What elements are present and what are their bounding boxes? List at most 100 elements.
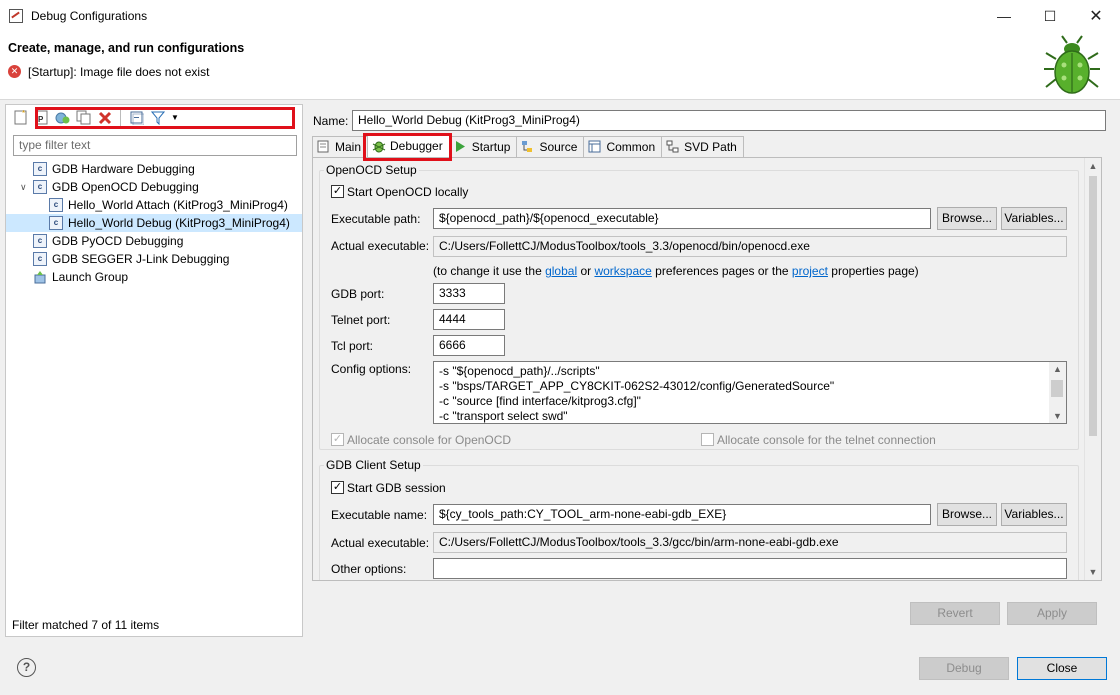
filter-status: Filter matched 7 of 11 items	[12, 618, 160, 632]
openocd-setup-label: OpenOCD Setup	[324, 163, 419, 177]
gdb-actual-executable-label: Actual executable:	[331, 536, 430, 550]
launch-group-icon	[34, 271, 46, 284]
tree-item-gdb-segger-jlink-debugging[interactable]: c GDB SEGGER J-Link Debugging	[6, 250, 302, 268]
debug-configurations-app-icon	[8, 8, 24, 24]
scroll-down-icon[interactable]: ▼	[1085, 564, 1101, 580]
gdb-browse-button[interactable]: Browse...	[937, 503, 997, 526]
scroll-thumb[interactable]	[1051, 380, 1063, 397]
workspace-link[interactable]: workspace	[594, 264, 651, 278]
gdb-actual-executable-field: C:/Users/FollettCJ/ModusToolbox/tools_3.…	[433, 532, 1067, 553]
config-type-icon: c	[33, 234, 47, 248]
dialog-header: Create, manage, and run configurations ✕…	[0, 32, 1120, 100]
config-type-icon: c	[33, 162, 47, 176]
tree-item-gdb-openocd-debugging[interactable]: ∨ c GDB OpenOCD Debugging	[6, 178, 302, 196]
tree-item-label: Hello_World Attach (KitProg3_MiniProg4)	[68, 198, 288, 212]
tree-item-label: GDB PyOCD Debugging	[52, 234, 184, 248]
note-text: preferences pages or the	[651, 264, 792, 278]
scroll-down-icon[interactable]: ▼	[1049, 409, 1066, 423]
debug-button[interactable]: Debug	[919, 657, 1009, 680]
gdb-port-label: GDB port:	[331, 287, 385, 301]
tab-source[interactable]: Source	[516, 136, 585, 157]
tab-svd-path[interactable]: SVD Path	[661, 136, 744, 157]
project-link[interactable]: project	[792, 264, 828, 278]
gdb-port-input[interactable]: 3333	[433, 283, 505, 304]
tree-item-label: Hello_World Debug (KitProg3_MiniProg4)	[68, 216, 290, 230]
telnet-port-input[interactable]: 4444	[433, 309, 505, 330]
header-message: [Startup]: Image file does not exist	[28, 65, 210, 79]
help-icon[interactable]: ?	[17, 658, 36, 677]
tab-main[interactable]: Main	[312, 136, 369, 157]
start-gdb-session-label: Start GDB session	[347, 481, 446, 495]
allocate-console-label: Allocate console for OpenOCD	[347, 433, 512, 447]
gdb-variables-button[interactable]: Variables...	[1001, 503, 1067, 526]
apply-button[interactable]: Apply	[1007, 602, 1097, 625]
executable-path-input[interactable]: ${openocd_path}/${openocd_executable}	[433, 208, 931, 229]
tab-label: SVD Path	[684, 140, 737, 154]
executable-name-label: Executable name:	[331, 508, 428, 522]
revert-button[interactable]: Revert	[910, 602, 1000, 625]
actual-executable-field: C:/Users/FollettCJ/ModusToolbox/tools_3.…	[433, 236, 1067, 257]
scroll-up-icon[interactable]: ▲	[1085, 158, 1101, 174]
tab-scrollbar[interactable]: ▲ ▼	[1084, 158, 1101, 580]
executable-path-label: Executable path:	[331, 212, 421, 226]
allocate-telnet-label: Allocate console for the telnet connecti…	[717, 433, 936, 447]
config-options-scrollbar[interactable]: ▲ ▼	[1049, 362, 1066, 423]
config-icon: c	[49, 198, 63, 212]
new-configuration-button[interactable]: *	[12, 109, 29, 126]
config-line: -c "transport select swd"	[439, 409, 568, 423]
tcl-port-input[interactable]: 6666	[433, 335, 505, 356]
start-gdb-session-checkbox[interactable]: ✓	[331, 481, 344, 494]
name-input[interactable]: Hello_World Debug (KitProg3_MiniProg4)	[352, 110, 1106, 131]
scroll-up-icon[interactable]: ▲	[1049, 362, 1066, 376]
config-line: -c "source [find interface/kitprog3.cfg]…	[439, 394, 641, 408]
config-line: -s "bsps/TARGET_APP_CY8CKIT-062S2-43012/…	[439, 379, 835, 393]
svg-text:*: *	[22, 110, 25, 118]
main-tab-icon	[317, 140, 329, 153]
minimize-button[interactable]: —	[981, 0, 1027, 32]
config-options-label: Config options:	[331, 362, 412, 376]
tree-item-hello-world-attach[interactable]: c Hello_World Attach (KitProg3_MiniProg4…	[6, 196, 302, 214]
tab-startup[interactable]: Startup	[448, 136, 518, 157]
note-text: or	[577, 264, 595, 278]
config-type-icon: c	[33, 180, 47, 194]
close-button[interactable]: Close	[1017, 657, 1107, 680]
openocd-variables-button[interactable]: Variables...	[1001, 207, 1067, 230]
close-window-button[interactable]: ✕	[1073, 0, 1119, 32]
tree-item-label: Launch Group	[52, 270, 129, 284]
debugger-tab-content: OpenOCD Setup ✓ Start OpenOCD locally Ex…	[312, 157, 1102, 581]
executable-name-input[interactable]: ${cy_tools_path:CY_TOOL_arm-none-eabi-gd…	[433, 504, 931, 525]
filter-input[interactable]: type filter text	[13, 135, 297, 156]
note-text: (to change it use the	[433, 264, 546, 278]
openocd-browse-button[interactable]: Browse...	[937, 207, 997, 230]
scroll-thumb[interactable]	[1089, 176, 1097, 436]
other-options-input[interactable]	[433, 558, 1067, 579]
title-bar: Debug Configurations — ☐ ✕	[0, 0, 1120, 32]
start-openocd-checkbox[interactable]: ✓	[331, 185, 344, 198]
window-title: Debug Configurations	[31, 9, 148, 23]
allocate-console-checkbox[interactable]: ✓	[331, 433, 344, 446]
svd-icon	[666, 140, 679, 153]
actual-executable-label: Actual executable:	[331, 239, 430, 253]
chevron-down-icon[interactable]: ∨	[20, 178, 27, 196]
maximize-button[interactable]: ☐	[1027, 0, 1073, 32]
error-icon: ✕	[8, 65, 21, 78]
tab-common[interactable]: Common	[583, 136, 663, 157]
tcl-port-label: Tcl port:	[331, 339, 374, 353]
start-openocd-label: Start OpenOCD locally	[347, 185, 469, 199]
allocate-telnet-checkbox[interactable]	[701, 433, 714, 446]
tree-item-gdb-hardware-debugging[interactable]: c GDB Hardware Debugging	[6, 160, 302, 178]
global-link[interactable]: global	[545, 264, 577, 278]
tab-label: Startup	[471, 140, 511, 154]
header-title: Create, manage, and run configurations	[8, 41, 245, 55]
config-type-icon: c	[33, 252, 47, 266]
tab-label: Main	[335, 140, 362, 154]
config-line: -s "${openocd_path}/../scripts"	[439, 364, 600, 378]
config-options-textarea[interactable]: -s "${openocd_path}/../scripts" -s "bsps…	[433, 361, 1067, 424]
tab-label: Common	[606, 140, 656, 154]
tree-item-hello-world-debug[interactable]: c Hello_World Debug (KitProg3_MiniProg4)	[6, 214, 302, 232]
tree-item-label: GDB OpenOCD Debugging	[52, 180, 199, 194]
tree-item-gdb-pyocd-debugging[interactable]: c GDB PyOCD Debugging	[6, 232, 302, 250]
tree-item-launch-group[interactable]: Launch Group	[6, 268, 302, 286]
tree-item-label: GDB SEGGER J-Link Debugging	[52, 252, 230, 266]
gdb-client-setup-label: GDB Client Setup	[324, 458, 423, 472]
